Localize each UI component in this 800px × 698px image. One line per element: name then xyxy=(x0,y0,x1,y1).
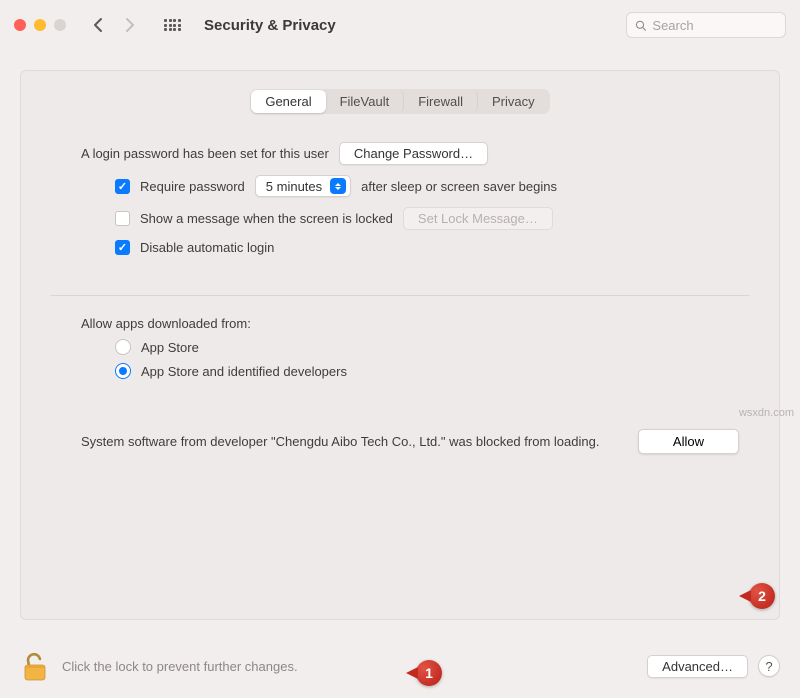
login-password-label: A login password has been set for this u… xyxy=(81,146,329,161)
tab-general[interactable]: General xyxy=(251,90,325,113)
zoom-window-button[interactable] xyxy=(54,19,66,31)
disable-auto-login-label: Disable automatic login xyxy=(140,240,274,255)
help-button[interactable]: ? xyxy=(758,655,780,677)
nav-arrows xyxy=(84,13,144,37)
radio-appstore-label: App Store xyxy=(141,340,199,355)
require-password-delay-select[interactable]: 5 minutes xyxy=(255,175,351,197)
tab-filevault[interactable]: FileVault xyxy=(326,90,405,113)
close-window-button[interactable] xyxy=(14,19,26,31)
radio-identified-label: App Store and identified developers xyxy=(141,364,347,379)
window-title: Security & Privacy xyxy=(204,17,336,34)
watermark: wsxdn.com xyxy=(739,407,794,419)
preferences-panel: General FileVault Firewall Privacy A log… xyxy=(20,70,780,620)
lock-icon[interactable] xyxy=(20,650,50,682)
disable-auto-login-checkbox[interactable] xyxy=(115,240,130,255)
search-icon xyxy=(635,19,646,32)
change-password-button[interactable]: Change Password… xyxy=(339,142,488,165)
require-password-checkbox[interactable] xyxy=(115,179,130,194)
traffic-lights xyxy=(14,19,66,31)
allow-apps-option-identified[interactable]: App Store and identified developers xyxy=(81,363,719,379)
require-password-post-label: after sleep or screen saver begins xyxy=(361,179,557,194)
forward-button xyxy=(116,13,144,37)
back-button[interactable] xyxy=(84,13,112,37)
show-message-row: Show a message when the screen is locked… xyxy=(81,207,719,230)
divider xyxy=(51,295,749,296)
annotation-1: 1 xyxy=(416,660,442,686)
blocked-software-text: System software from developer "Chengdu … xyxy=(81,433,608,451)
allow-button[interactable]: Allow xyxy=(638,429,739,454)
set-lock-message-button: Set Lock Message… xyxy=(403,207,553,230)
allow-apps-section: Allow apps downloaded from: App Store Ap… xyxy=(21,316,779,379)
footer: Click the lock to prevent further change… xyxy=(20,650,780,682)
tab-privacy[interactable]: Privacy xyxy=(478,90,549,113)
show-message-label: Show a message when the screen is locked xyxy=(140,211,393,226)
annotation-2: 2 xyxy=(749,583,775,609)
select-caret-icon xyxy=(330,178,346,194)
allow-apps-title: Allow apps downloaded from: xyxy=(81,316,719,331)
show-all-icon[interactable] xyxy=(164,19,182,31)
lock-hint-text: Click the lock to prevent further change… xyxy=(62,659,298,674)
radio-appstore[interactable] xyxy=(115,339,131,355)
minimize-window-button[interactable] xyxy=(34,19,46,31)
blocked-software-row: System software from developer "Chengdu … xyxy=(21,429,779,454)
tab-firewall[interactable]: Firewall xyxy=(404,90,478,113)
radio-identified[interactable] xyxy=(115,363,131,379)
advanced-button[interactable]: Advanced… xyxy=(647,655,748,678)
require-password-delay-value: 5 minutes xyxy=(266,179,322,194)
allow-apps-option-appstore[interactable]: App Store xyxy=(81,339,719,355)
disable-auto-login-row: Disable automatic login xyxy=(81,240,719,255)
search-field[interactable] xyxy=(626,12,786,38)
titlebar: Security & Privacy xyxy=(0,0,800,50)
require-password-row: Require password 5 minutes after sleep o… xyxy=(81,175,719,197)
show-message-checkbox[interactable] xyxy=(115,211,130,226)
tab-bar: General FileVault Firewall Privacy xyxy=(250,89,549,114)
general-content: A login password has been set for this u… xyxy=(21,114,779,255)
login-password-row: A login password has been set for this u… xyxy=(81,142,719,165)
require-password-pre-label: Require password xyxy=(140,179,245,194)
search-input[interactable] xyxy=(652,18,777,33)
